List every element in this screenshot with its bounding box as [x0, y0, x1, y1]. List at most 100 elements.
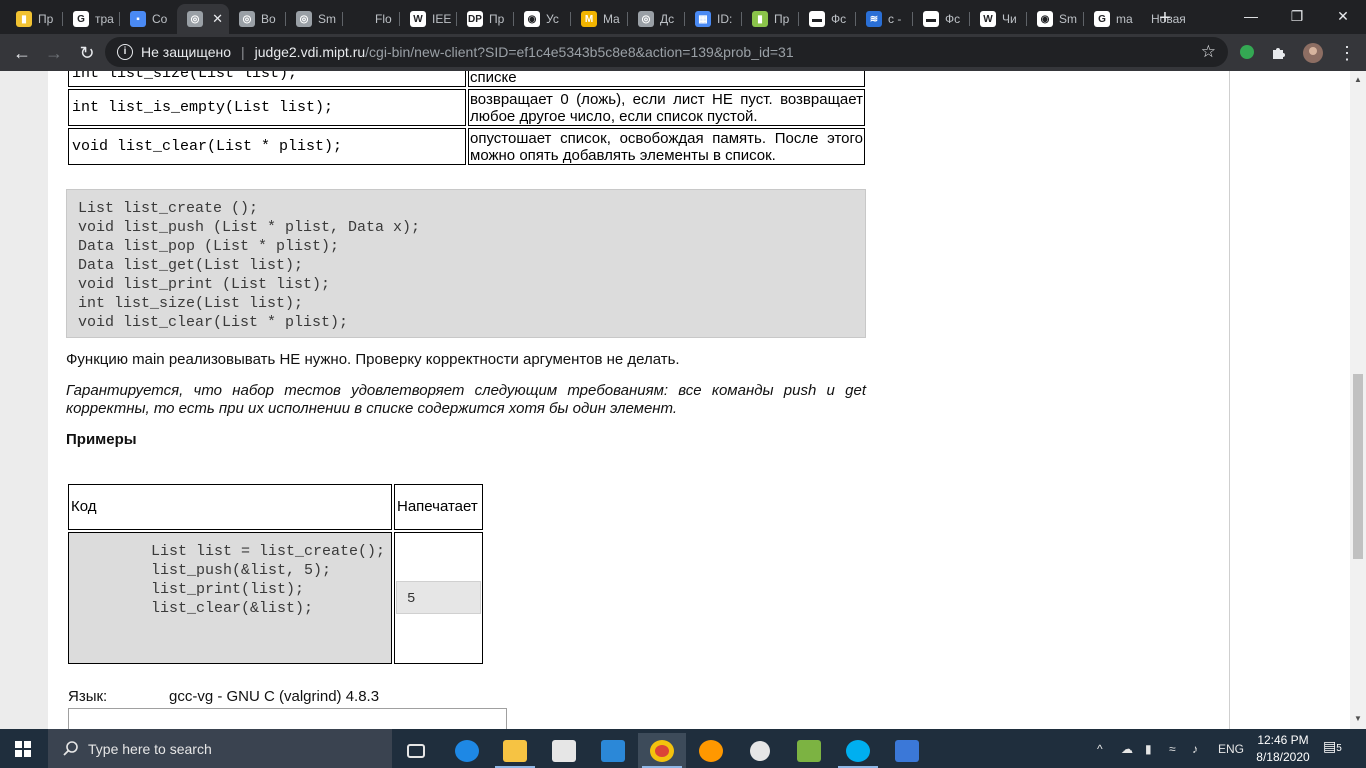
office-app-icon[interactable]	[785, 733, 833, 768]
store-icon[interactable]	[540, 733, 588, 768]
browser-tab[interactable]: ◎ Дс	[628, 4, 685, 34]
scrollbar-thumb[interactable]	[1353, 374, 1363, 559]
file-explorer-icon[interactable]	[491, 733, 539, 768]
info-icon[interactable]: i	[117, 44, 133, 60]
back-button[interactable]: ←	[7, 38, 37, 68]
profile-avatar[interactable]	[1302, 42, 1324, 64]
table-row: int list_size(List list); списке	[68, 71, 865, 87]
address-bar[interactable]: i Не защищено | judge2.vdi.mipt.ru/cgi-b…	[105, 37, 1228, 67]
tab-list: ▮ Пр Gтра ▪ Co ◎ ✕ ◎ Во ◎ Sm Flo W IEE DP Пр ◉ Ус M Ma ◎ Дс ▦ I…	[6, 4, 1207, 34]
browser-tab[interactable]: ◎ Sm	[286, 4, 343, 34]
battery-icon[interactable]: ▮	[1145, 729, 1152, 768]
source-file-input[interactable]	[68, 708, 507, 729]
tab-title: Во	[261, 12, 276, 26]
browser-tab[interactable]: ▬ Фс	[799, 4, 856, 34]
page-scrollbar[interactable]: ▲ ▼	[1350, 71, 1366, 729]
puzzle-extensions-icon[interactable]	[1271, 44, 1287, 60]
onedrive-icon[interactable]: ☁	[1121, 729, 1133, 768]
language-value: gcc-vg - GNU C (valgrind) 4.8.3	[169, 688, 380, 705]
chrome-icon[interactable]	[638, 733, 686, 768]
green-extension-icon[interactable]	[1239, 44, 1255, 60]
photos-icon[interactable]	[883, 733, 931, 768]
windows-start-icon[interactable]	[15, 741, 31, 757]
example-output-header: Напечатает	[394, 484, 483, 530]
maximize-button[interactable]: ❐	[1274, 0, 1320, 32]
tab-title: Фс	[831, 12, 847, 26]
mail-icon[interactable]	[589, 733, 637, 768]
browser-tab[interactable]: ◎ ✕	[177, 4, 229, 34]
menu-button[interactable]: ⋮	[1332, 38, 1362, 68]
tab-favicon-icon: W	[980, 11, 996, 27]
browser-tab[interactable]: ▬ Фс	[913, 4, 970, 34]
function-signature: int list_is_empty(List list);	[68, 89, 466, 126]
input-language[interactable]: ENG	[1218, 729, 1244, 768]
example-code: List list = list_create(); list_push(&li…	[68, 532, 392, 664]
forward-button[interactable]: →	[39, 38, 69, 68]
browser-tab[interactable]: Gma	[1084, 4, 1141, 34]
tab-favicon-icon: G	[73, 11, 89, 27]
edge-icon[interactable]	[443, 733, 491, 768]
task-view-icon[interactable]	[392, 733, 440, 768]
tab-title: Ус	[546, 12, 559, 26]
address-divider: |	[241, 44, 245, 60]
tab-favicon-icon: ◎	[638, 11, 654, 27]
taskbar-search-box[interactable]: Type here to search	[48, 729, 392, 768]
url-host: judge2.vdi.mipt.ru	[254, 44, 366, 60]
tab-title: Дс	[660, 12, 675, 26]
tab-title: Flo	[375, 12, 392, 26]
clock-time: 12:46 PM	[1257, 733, 1309, 747]
skype-icon[interactable]	[834, 733, 882, 768]
browser-tab[interactable]: ▮ Пр	[742, 4, 799, 34]
table-row: int list_is_empty(List list); возвращает…	[68, 89, 865, 126]
browser-tab[interactable]: ▮ Пр	[6, 4, 63, 34]
browser-tab[interactable]: DP Пр	[457, 4, 514, 34]
tray-chevron-icon[interactable]: ^	[1097, 729, 1103, 768]
tab-favicon-icon: ◎	[296, 11, 312, 27]
browser-tab[interactable]: ▪ Co	[120, 4, 177, 34]
tab-favicon-icon: ▪	[130, 11, 146, 27]
close-window-button[interactable]: ✕	[1320, 0, 1366, 32]
tab-title: ID:	[717, 12, 733, 26]
bookmark-star-icon[interactable]: ☆	[1201, 42, 1216, 62]
tab-favicon-icon: ▦	[695, 11, 711, 27]
minimize-button[interactable]: —	[1228, 0, 1274, 32]
tab-title: Чи	[1002, 12, 1017, 26]
tab-title: Пр	[38, 12, 54, 26]
notification-count: 5	[1336, 743, 1342, 754]
function-description: возвращает 0 (ложь), если лист НЕ пуст. …	[468, 89, 865, 126]
example-code-header: Код	[68, 484, 392, 530]
new-tab-button[interactable]: +	[1153, 6, 1177, 30]
tab-favicon-icon: W	[410, 11, 426, 27]
reload-button[interactable]: ↻	[72, 38, 102, 68]
tab-favicon-icon: ≋	[866, 11, 882, 27]
browser-tab[interactable]: ◉ Ус	[514, 4, 571, 34]
browser-tab[interactable]: ◎ Во	[229, 4, 286, 34]
system-clock[interactable]: 12:46 PM 8/18/2020	[1253, 732, 1313, 766]
yandex-browser-icon[interactable]	[687, 733, 735, 768]
browser-tab[interactable]: ≋ c -	[856, 4, 913, 34]
tab-favicon-icon: G	[1094, 11, 1110, 27]
tab-title: Sm	[1059, 12, 1077, 26]
tab-close-icon[interactable]: ✕	[212, 11, 223, 27]
wifi-icon[interactable]: ≈	[1169, 729, 1176, 768]
tab-title: Пр	[774, 12, 790, 26]
volume-icon[interactable]: ♪	[1192, 729, 1198, 768]
browser-tab[interactable]: M Ma	[571, 4, 628, 34]
browser-tab[interactable]: ▦ ID:	[685, 4, 742, 34]
function-description: опустошает список, освобождая память. По…	[468, 128, 865, 165]
guarantee-note: Гарантируется, что набор тестов удовлетв…	[66, 382, 866, 417]
function-table: int list_size(List list); списке int lis…	[66, 71, 867, 167]
browser-tab[interactable]: W Чи	[970, 4, 1027, 34]
notification-center-icon[interactable]: ▤5	[1323, 738, 1342, 755]
browser-tab[interactable]: W IEE	[400, 4, 457, 34]
browser-tab[interactable]: Flo	[343, 4, 400, 34]
windows-taskbar: Type here to search ^ ☁ ▮ ≈ ♪ ENG 12:46 …	[0, 729, 1366, 768]
scroll-down-arrow-icon[interactable]: ▼	[1354, 714, 1362, 723]
tab-title: Фс	[945, 12, 961, 26]
tab-favicon-icon: ▮	[16, 11, 32, 27]
scroll-up-arrow-icon[interactable]: ▲	[1354, 75, 1362, 84]
tab-favicon-icon: ▬	[923, 11, 939, 27]
settings-gear-icon[interactable]	[736, 733, 784, 768]
browser-tab[interactable]: ◉ Sm	[1027, 4, 1084, 34]
browser-tab[interactable]: Gтра	[63, 4, 120, 34]
